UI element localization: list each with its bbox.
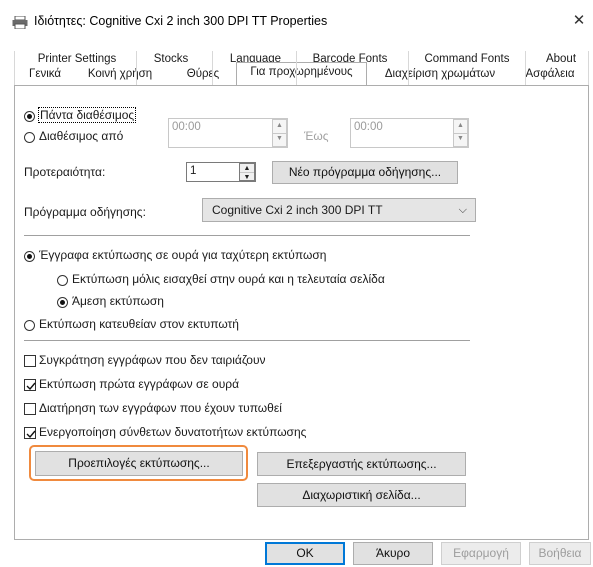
panel-border-left	[14, 85, 15, 540]
direct-print-radio[interactable]	[24, 320, 35, 331]
new-driver-button[interactable]: Νέο πρόγραμμα οδήγησης...	[272, 161, 458, 184]
spin-down-icon: ▼	[276, 135, 283, 142]
available-from-label: Διαθέσιμος από	[39, 129, 124, 143]
after-last-page-radio[interactable]	[57, 275, 68, 286]
driver-select[interactable]: Cognitive Cxi 2 inch 300 DPI TT ⌵	[202, 198, 476, 222]
section-divider	[24, 340, 470, 341]
driver-label: Πρόγραμμα οδήγησης:	[24, 205, 146, 219]
printing-defaults-button[interactable]: Προεπιλογές εκτύπωσης...	[35, 451, 243, 476]
advanced-features-checkbox[interactable]	[24, 427, 36, 439]
tab-stocks[interactable]: Stocks	[143, 51, 199, 67]
to-time-spinner[interactable]: ▲ ▼	[453, 119, 468, 147]
tab-divider	[588, 51, 589, 85]
always-available-radio[interactable]	[24, 111, 35, 122]
print-immediately-radio[interactable]	[57, 297, 68, 308]
section-divider	[24, 235, 470, 236]
panel-border-top	[14, 85, 589, 86]
tab-sharing[interactable]: Κοινή χρήση	[80, 66, 160, 82]
from-time-input[interactable]: 00:00	[168, 118, 288, 148]
spooled-first-checkbox[interactable]	[24, 379, 36, 391]
tab-divider	[212, 51, 213, 85]
close-icon[interactable]: ✕	[570, 12, 588, 30]
tab-divider	[296, 51, 297, 85]
tab-divider	[525, 51, 526, 85]
available-from-radio[interactable]	[24, 132, 35, 143]
title-bar: Ιδιότητες: Cognitive Cxi 2 inch 300 DPI …	[0, 0, 593, 44]
spin-down-icon: ▼	[243, 174, 251, 181]
spool-radio[interactable]	[24, 251, 35, 262]
apply-button[interactable]: Εφαρμογή	[441, 542, 521, 565]
priority-spinner[interactable]: ▲ ▼	[239, 163, 255, 181]
hold-mismatched-label: Συγκράτηση εγγράφων που δεν ταιριάζουν	[39, 353, 266, 367]
cancel-button[interactable]: Άκυρο	[353, 542, 433, 565]
ok-button[interactable]: OK	[265, 542, 345, 565]
checkmark-icon	[26, 382, 36, 391]
tab-color-management[interactable]: Διαχείριση χρωμάτων	[373, 66, 507, 82]
separator-page-button[interactable]: Διαχωριστική σελίδα...	[257, 483, 466, 507]
tab-divider	[136, 51, 137, 85]
panel-border-bottom	[14, 539, 589, 540]
priority-label: Προτεραιότητα:	[24, 165, 106, 179]
spool-label: Έγγραφα εκτύπωσης σε ουρά για ταχύτερη ε…	[39, 248, 327, 262]
tab-ports[interactable]: Θύρες	[176, 66, 230, 82]
spin-up-icon: ▲	[243, 165, 251, 172]
keep-printed-label: Διατήρηση των εγγράφων που έχουν τυπωθεί	[39, 401, 282, 415]
window-title: Ιδιότητες: Cognitive Cxi 2 inch 300 DPI …	[34, 14, 328, 28]
tab-about[interactable]: About	[536, 51, 586, 67]
print-immediately-label: Άμεση εκτύπωση	[72, 294, 164, 308]
tab-advanced[interactable]: Για προχωρημένους	[238, 64, 365, 80]
tab-divider	[408, 51, 409, 85]
hold-mismatched-checkbox[interactable]	[24, 355, 36, 367]
from-time-spinner[interactable]: ▲ ▼	[272, 119, 287, 147]
advanced-features-label: Ενεργοποίηση σύνθετων δυνατοτήτων εκτύπω…	[39, 425, 307, 439]
tab-command-fonts[interactable]: Command Fonts	[417, 51, 517, 67]
checkmark-icon	[26, 430, 36, 439]
spooled-first-label: Εκτύπωση πρώτα εγγράφων σε ουρά	[39, 377, 240, 391]
tab-general[interactable]: Γενικά	[16, 66, 74, 82]
always-available-label: Πάντα διαθέσιμος	[38, 107, 137, 123]
print-processor-button[interactable]: Επεξεργαστής εκτύπωσης...	[257, 452, 466, 476]
tab-printer-settings[interactable]: Printer Settings	[27, 51, 127, 67]
to-time-input[interactable]: 00:00	[350, 118, 469, 148]
panel-border-right	[588, 85, 589, 540]
spin-down-icon: ▼	[457, 135, 464, 142]
after-last-page-label: Εκτύπωση μόλις εισαχθεί στην ουρά και η …	[72, 272, 385, 286]
printer-icon	[12, 15, 28, 30]
direct-print-label: Εκτύπωση κατευθείαν στον εκτυπωτή	[39, 317, 239, 331]
chevron-down-icon: ⌵	[458, 204, 467, 216]
driver-select-value: Cognitive Cxi 2 inch 300 DPI TT	[212, 203, 383, 217]
keep-printed-checkbox[interactable]	[24, 403, 36, 415]
to-label: Έως	[304, 129, 329, 143]
tab-divider	[14, 51, 15, 85]
help-button[interactable]: Βοήθεια	[529, 542, 591, 565]
